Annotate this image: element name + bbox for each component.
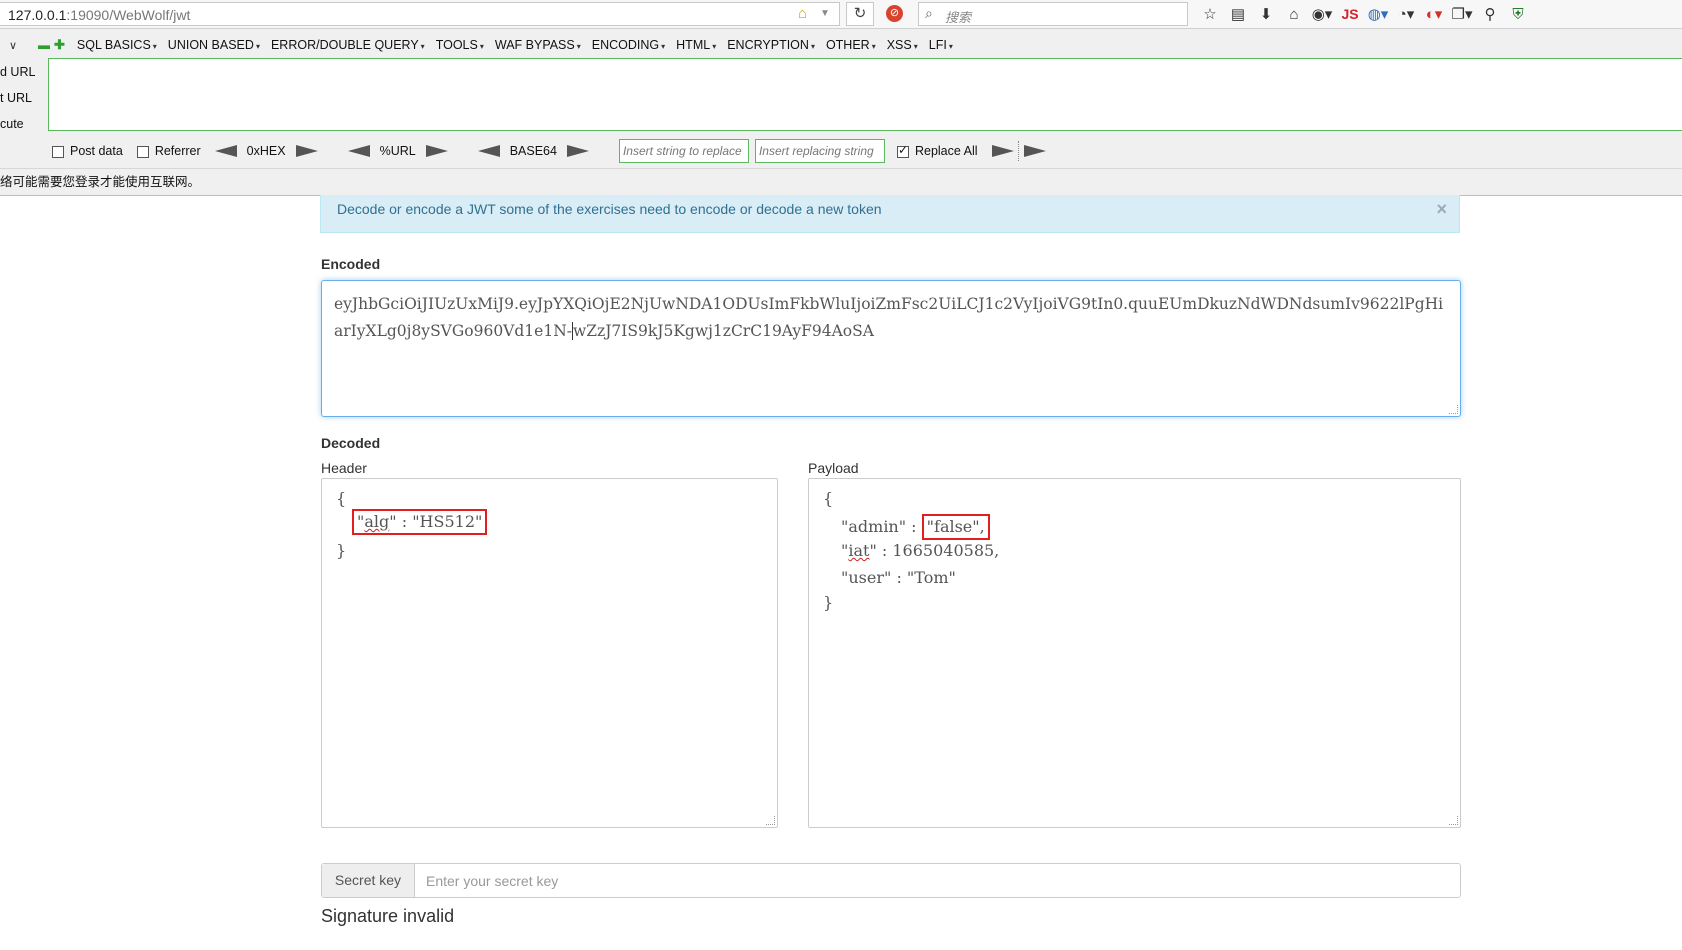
menu-html[interactable]: HTML: [676, 38, 716, 52]
resize-grip-icon[interactable]: [1449, 405, 1458, 414]
load-url-button[interactable]: d URL: [0, 59, 35, 85]
hex-label: 0xHEX: [246, 144, 286, 158]
menu-error-double-query[interactable]: ERROR/DOUBLE QUERY: [271, 38, 425, 52]
home-icon[interactable]: ⌂: [1280, 2, 1308, 26]
address-bar[interactable]: 127.0.0.1:19090/WebWolf/jwt ⌂ ▼: [0, 2, 840, 26]
referrer-checkbox[interactable]: Referrer: [136, 144, 201, 158]
menu-xss[interactable]: XSS: [887, 38, 918, 52]
replace-string-input[interactable]: Insert string to replace: [618, 139, 749, 163]
zoom-icon[interactable]: ⚲: [1476, 2, 1504, 26]
extension-globe-icon[interactable]: ◍▾: [1364, 2, 1392, 26]
highlight-box: "false",: [921, 514, 990, 540]
info-alert: Decode or encode a JWT some of the exerc…: [320, 195, 1460, 233]
block-icon[interactable]: ⊘: [886, 5, 903, 22]
download-icon[interactable]: ⬇: [1252, 2, 1280, 26]
hackbar-actions: d URL t URL cute: [0, 59, 35, 137]
replace-all-checkbox[interactable]: Replace All: [896, 143, 978, 158]
url-text: 127.0.0.1:19090/WebWolf/jwt: [8, 7, 191, 23]
decode-arrow-icon[interactable]: [347, 145, 370, 157]
identity-icon[interactable]: ⌂: [798, 6, 814, 22]
payload-label: Payload: [808, 460, 859, 476]
signature-status: Signature invalid: [321, 906, 455, 926]
resize-grip-icon[interactable]: [766, 816, 775, 825]
header-textarea[interactable]: { "alg" : "HS512" }: [321, 478, 778, 828]
divider: [1017, 141, 1020, 161]
hackbar-url-textarea[interactable]: [48, 58, 1682, 131]
resize-grip-icon[interactable]: [1449, 816, 1458, 825]
menu-encoding[interactable]: ENCODING: [592, 38, 665, 52]
execute-button[interactable]: cute: [0, 111, 35, 137]
decode-arrow-icon[interactable]: [214, 145, 237, 157]
chevron-down-icon[interactable]: ∨: [0, 39, 26, 52]
palette-icon[interactable]: ◔▾: [1392, 2, 1420, 26]
split-url-button[interactable]: t URL: [0, 85, 35, 111]
iat-entry: "iat" : 1665040585,: [841, 541, 1000, 560]
menu-lfi[interactable]: LFI: [929, 38, 953, 52]
reading-list-icon[interactable]: ▤: [1224, 2, 1252, 26]
base64-encoder: BASE64: [477, 144, 589, 158]
close-icon[interactable]: ×: [1436, 199, 1447, 220]
secret-key-addon: Secret key: [322, 864, 415, 897]
checkbox-icon: [136, 146, 149, 158]
js-toggle-icon[interactable]: JS: [1336, 2, 1364, 26]
search-bar[interactable]: ⌕ 搜索: [918, 2, 1188, 26]
checkbox-icon: [52, 146, 64, 158]
network-notice: 络可能需要您登录才能使用互联网。: [0, 168, 1682, 195]
menu-encryption[interactable]: ENCRYPTION: [727, 38, 815, 52]
decoded-label: Decoded: [321, 435, 381, 451]
window-icon[interactable]: ❐▾: [1448, 2, 1476, 26]
shield-icon[interactable]: ⛨: [1504, 2, 1532, 26]
header-label: Header: [321, 460, 367, 476]
menu-union-based[interactable]: UNION BASED: [168, 38, 260, 52]
encoded-textarea[interactable]: eyJhbGciOiJIUzUxMiJ9.eyJpYXQiOjE2NjUwNDA…: [321, 280, 1461, 417]
encode-arrow-icon[interactable]: [425, 145, 448, 157]
encode-arrow-icon[interactable]: [295, 145, 318, 157]
replace-arrow-icon[interactable]: [991, 145, 1014, 157]
decode-arrow-icon[interactable]: [477, 145, 500, 157]
payload-textarea[interactable]: { "admin" : "false", "iat" : 1665040585,…: [808, 478, 1461, 828]
globe-icon[interactable]: ◉▾: [1308, 2, 1336, 26]
secret-key-group: Secret key Enter your secret key: [321, 863, 1461, 898]
encoded-token: eyJhbGciOiJIUzUxMiJ9.eyJpYXQiOjE2NjUwNDA…: [334, 295, 1444, 340]
highlight-box: "alg" : "HS512": [352, 509, 488, 535]
checkbox-checked-icon: [896, 143, 909, 158]
post-data-checkbox[interactable]: Post data: [52, 144, 123, 158]
encoded-label: Encoded: [321, 256, 381, 272]
replacing-string-input[interactable]: Insert replacing string: [754, 139, 885, 163]
search-placeholder: 搜索: [945, 10, 972, 25]
hackbar-options: Post data Referrer 0xHEX %URL BASE64 Ins…: [52, 139, 1046, 163]
brace-close: }: [336, 541, 347, 560]
brace-open: {: [823, 489, 834, 508]
hex-encoder: 0xHEX: [214, 144, 318, 158]
toolbar-icons: ☆ ▤ ⬇ ⌂ ◉▾ JS ◍▾ ◔▾ ◐▾ ❐▾ ⚲ ⛨: [1196, 2, 1532, 26]
bookmark-star-icon[interactable]: ☆: [1196, 2, 1224, 26]
menu-other[interactable]: OTHER: [826, 38, 876, 52]
url-encoder: %URL: [347, 144, 448, 158]
search-icon: ⌕: [925, 5, 933, 21]
secret-key-input[interactable]: Enter your secret key: [426, 873, 558, 889]
alert-message: Decode or encode a JWT some of the exerc…: [337, 201, 882, 217]
browser-toolbar: 127.0.0.1:19090/WebWolf/jwt ⌂ ▼ ↻ ⊘ ⌕ 搜索…: [0, 0, 1682, 29]
menu-tools[interactable]: TOOLS: [436, 38, 484, 52]
encode-arrow-icon[interactable]: [566, 145, 589, 157]
brace-close: }: [823, 593, 834, 612]
user-entry: "user" : "Tom": [841, 568, 956, 587]
proxy-icon[interactable]: ◐▾: [1420, 2, 1448, 26]
reload-button[interactable]: ↻: [846, 2, 874, 26]
menu-sql-basics[interactable]: SQL BASICS: [77, 38, 157, 52]
menu-waf-bypass[interactable]: WAF BYPASS: [495, 38, 581, 52]
hackbar-panel: ∨ ▬ ✚ SQL BASICS UNION BASED ERROR/DOUBL…: [0, 29, 1682, 196]
history-dropdown-icon[interactable]: ▼: [820, 8, 830, 19]
hackbar-menu: ∨ ▬ ✚ SQL BASICS UNION BASED ERROR/DOUBL…: [0, 35, 964, 55]
expand-icon[interactable]: ✚: [54, 37, 65, 53]
brace-open: {: [336, 489, 347, 508]
admin-entry: "admin" : "false",: [841, 514, 990, 540]
collapse-icon[interactable]: ▬: [38, 38, 50, 52]
replace-arrow-icon[interactable]: [1023, 145, 1046, 157]
alg-entry: "alg" : "HS512": [352, 509, 488, 535]
url-enc-label: %URL: [379, 144, 416, 158]
base64-label: BASE64: [509, 144, 557, 158]
